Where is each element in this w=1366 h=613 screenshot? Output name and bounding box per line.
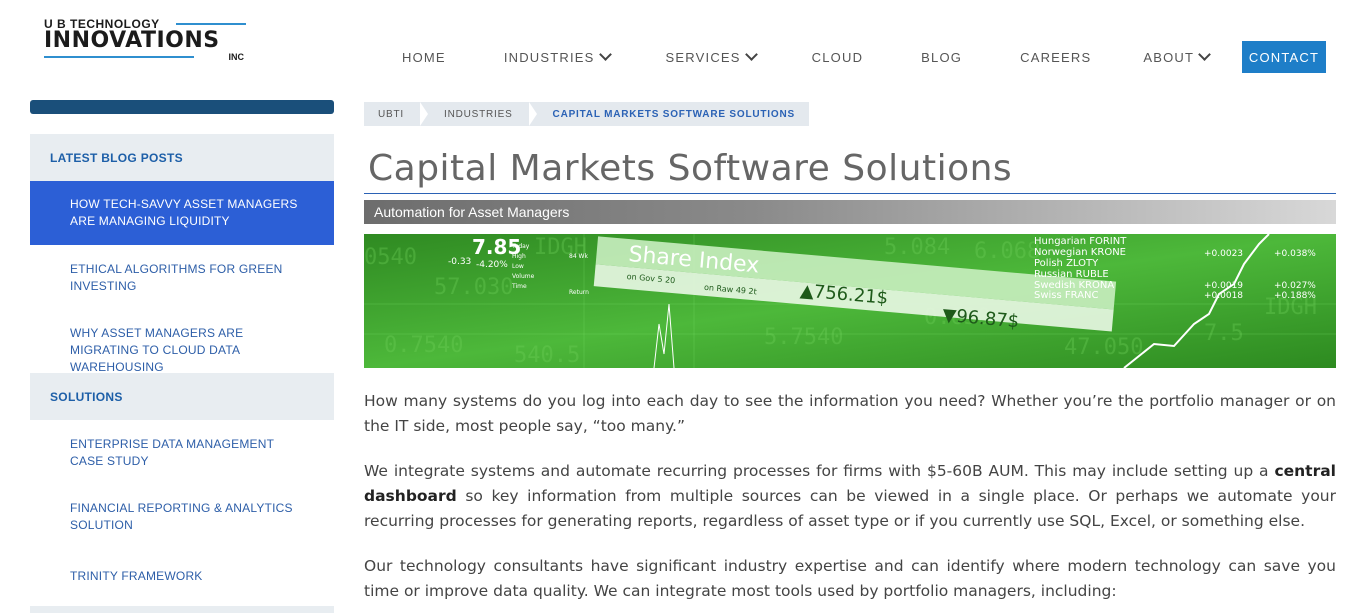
integration-paragraph: We integrate systems and automate recurr… [364,459,1336,534]
logo-rule [176,23,246,25]
svg-text:540.5: 540.5 [514,343,580,368]
logo-inc-text: INC [228,52,245,62]
svg-text:Today: Today [511,243,530,250]
intro-paragraph: How many systems do you log into each da… [364,392,1336,435]
nav-industries[interactable]: INDUSTRIES [503,48,612,65]
nav-about[interactable]: ABOUT [1143,48,1212,65]
hero-change: +0.0018 [1204,291,1243,301]
hero-currency: Hungarian FORINT [1034,236,1127,247]
svg-text:-0.33: -0.33 [448,257,471,267]
nav-cloud-label: CLOUD [811,49,864,65]
svg-text:Time: Time [511,283,527,290]
svg-text:High: High [512,253,526,260]
title-divider [364,193,1336,194]
svg-text:84 Wk: 84 Wk [569,253,588,260]
sidebar: LATEST BLOG POSTS HOW TECH-SAVVY ASSET M… [30,100,334,613]
page-title: Capital Markets Software Solutions [368,148,1013,189]
sidebar-solution-link[interactable]: FINANCIAL REPORTING & ANALYTICS SOLUTION [30,484,334,548]
hero-currency: Russian RUBLE [1034,269,1109,280]
hero-change: +0.027% [1274,281,1316,291]
breadcrumb-separator [419,102,428,126]
nav-blog-label: BLOG [921,49,963,65]
nav-cloud[interactable]: CLOUD [812,50,864,65]
breadcrumb: UBTI INDUSTRIES CAPITAL MARKETS SOFTWARE… [364,102,809,126]
sidebar-post-link[interactable]: ETHICAL ALGORITHMS FOR GREEN INVESTING [30,245,334,309]
nav-services-label: SERVICES [665,49,741,65]
svg-text:-4.20%: -4.20% [476,260,508,270]
sidebar-post-link[interactable]: HOW TECH-SAVVY ASSET MANAGERS ARE MANAGI… [30,181,334,245]
chevron-down-icon [744,48,758,61]
contact-button[interactable]: CONTACT [1242,41,1326,73]
breadcrumb-separator [528,102,537,126]
hero-change: +0.188% [1274,291,1316,301]
breadcrumb-ubti[interactable]: UBTI [364,102,418,126]
hero-currency: Polish ZLOTY [1034,258,1099,269]
integration-text-a: We integrate systems and automate recurr… [364,462,1275,480]
hero-currency: Swiss FRANC [1034,290,1099,301]
svg-text:Return: Return [569,289,589,296]
nav-home-label: HOME [402,49,446,65]
nav-home[interactable]: HOME [402,50,446,65]
hero-currency: Norwegian KRONE [1034,247,1126,258]
logo-main-text: INNOVATIONS [44,28,220,53]
svg-text:6.068: 6.068 [974,239,1040,264]
nav-blog[interactable]: BLOG [921,50,962,65]
svg-text:Low: Low [512,263,524,270]
svg-text:47.050: 47.050 [1064,335,1143,360]
company-logo[interactable]: U B TECHNOLOGY INNOVATIONS INC [44,18,246,64]
page-subtitle: Automation for Asset Managers [364,200,1336,224]
hero-stock-image: 0540 57.030 0.7540 540.5 5.7540 5.084 6.068… [364,234,1336,368]
nav-about-label: ABOUT [1143,49,1195,65]
sidebar-solution-link[interactable]: TRINITY FRAMEWORK [30,548,334,596]
sidebar-top-bar [30,100,334,114]
nav-careers[interactable]: CAREERS [1020,50,1091,65]
solutions-heading: SOLUTIONS [30,373,334,420]
nav-careers-label: CAREERS [1020,49,1092,65]
latest-posts-heading: LATEST BLOG POSTS [30,134,334,181]
svg-text:0.7540: 0.7540 [384,333,463,358]
nav-industries-label: INDUSTRIES [503,49,595,65]
hero-change: +0.0023 [1204,249,1243,259]
consultants-paragraph: Our technology consultants have signific… [364,557,1336,600]
nav-services[interactable]: SERVICES [665,48,758,65]
sidebar-post-link[interactable]: WHY ASSET MANAGERS ARE MIGRATING TO CLOU… [30,309,334,374]
breadcrumb-current: CAPITAL MARKETS SOFTWARE SOLUTIONS [552,108,795,120]
chevron-down-icon [1198,48,1212,61]
sidebar-solution-link[interactable]: ENTERPRISE DATA MANAGEMENT CASE STUDY [30,420,334,484]
hero-change: +0.038% [1274,249,1316,259]
sidebar-next-section [30,606,334,613]
logo-rule [44,56,194,58]
hero-change: +0.0019 [1204,281,1243,291]
svg-text:57.030: 57.030 [434,275,513,300]
chevron-down-icon [598,48,612,61]
svg-text:5.7540: 5.7540 [764,325,843,350]
svg-text:Volume: Volume [512,273,535,280]
main-nav: HOME INDUSTRIES SERVICES CLOUD BLOG CARE… [380,41,1212,73]
svg-text:5.084: 5.084 [884,235,950,260]
svg-text:0540: 0540 [364,245,417,270]
integration-text-b: so key information from multiple sources… [364,487,1336,530]
breadcrumb-industries[interactable]: INDUSTRIES [430,102,527,126]
